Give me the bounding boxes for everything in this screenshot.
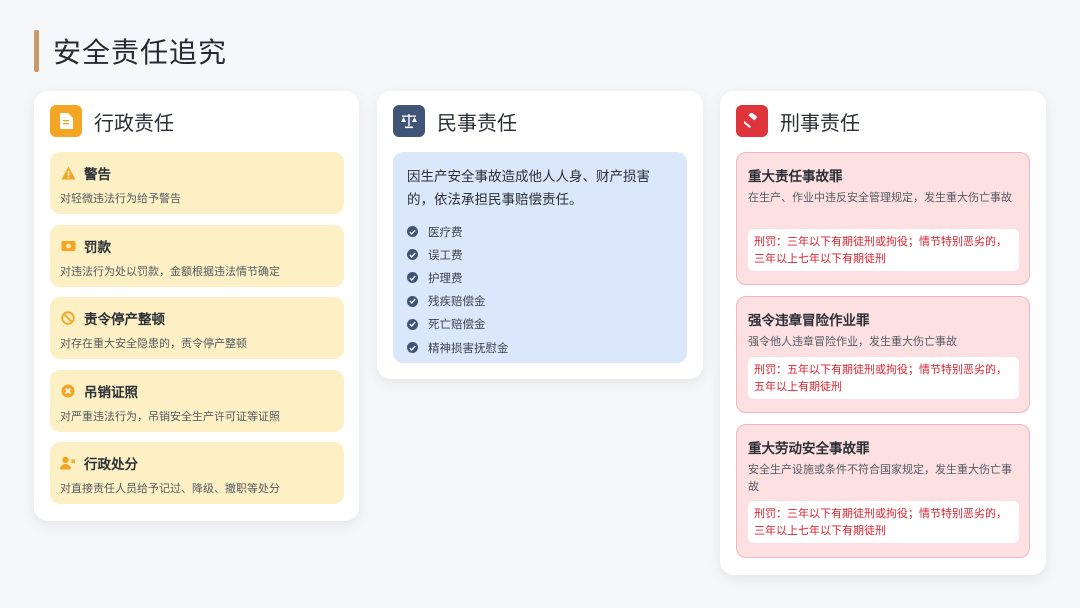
civil-description: 因生产安全事故造成他人人身、财产损害的，依法承担民事赔偿责任。	[407, 169, 650, 208]
crime-name: 强令违章冒险作业罪	[748, 313, 870, 329]
list-item-label: 精神损害抚慰金	[428, 340, 509, 355]
ban-icon	[60, 310, 76, 326]
check-circle-icon	[407, 272, 418, 284]
list-item-label: 医疗费	[428, 224, 463, 239]
list-item-label: 残疾赔偿金	[428, 294, 486, 309]
admin-item-fine: 罚款 对违法行为处以罚款，金额根据违法情节确定	[50, 225, 344, 287]
gavel-icon	[736, 105, 768, 137]
list-item: 护理费	[407, 266, 509, 289]
admin-item-name: 行政处分	[84, 457, 138, 473]
list-item-label: 护理费	[428, 270, 463, 285]
check-circle-icon	[407, 226, 418, 238]
scale-icon	[393, 105, 425, 137]
warning-icon	[60, 165, 76, 181]
penalty-box: 刑罚：三年以下有期徒刑或拘役；情节特别恶劣的，三年以上七年以下有期徒刑	[748, 229, 1019, 271]
list-item-label: 误工费	[428, 247, 463, 262]
list-item: 医疗费	[407, 220, 509, 243]
money-icon	[60, 238, 76, 254]
admin-item-desc: 对直接责任人员给予记过、降级、撤职等处分	[60, 482, 280, 495]
admin-item-suspend: 责令停产整顿 对存在重大安全隐患的，责令停产整顿	[50, 297, 344, 359]
compensation-list: 医疗费 误工费 护理费 残疾赔偿金 死亡赔偿金 精神损害抚慰金	[407, 220, 509, 359]
crime-item-major-accident: 重大责任事故罪 在生产、作业中违反安全管理规定，发生重大伤亡事故 刑罚：三年以下…	[736, 152, 1030, 285]
admin-item-desc: 对违法行为处以罚款，金额根据违法情节确定	[60, 265, 280, 278]
admin-item-revoke: 吊销证照 对严重违法行为，吊销安全生产许可证等证照	[50, 370, 344, 432]
admin-item-warning: 警告 对轻微违法行为给予警告	[50, 152, 344, 214]
civil-title: 民事责任	[437, 110, 517, 135]
admin-liability-card: 行政责任 警告 对轻微违法行为给予警告 罚款 对违法行为处以罚款，金额根据违法情…	[34, 91, 359, 521]
check-circle-icon	[407, 249, 418, 261]
crime-desc: 强令他人违章冒险作业，发生重大伤亡事故	[748, 335, 957, 348]
admin-item-desc: 对存在重大安全隐患的，责令停产整顿	[60, 337, 247, 350]
penalty-box: 刑罚：三年以下有期徒刑或拘役；情节特别恶劣的，三年以上七年以下有期徒刑	[748, 501, 1019, 543]
title-accent-bar	[34, 30, 39, 72]
page-title: 安全责任追究	[53, 36, 228, 69]
check-circle-icon	[407, 318, 418, 330]
crime-desc: 在生产、作业中违反安全管理规定，发生重大伤亡事故	[748, 191, 1012, 204]
admin-item-name: 罚款	[84, 240, 111, 256]
check-circle-icon	[407, 295, 418, 307]
list-item-label: 死亡赔偿金	[428, 317, 486, 332]
list-item: 残疾赔偿金	[407, 290, 509, 313]
page-header: 安全责任追究	[34, 30, 227, 72]
document-icon	[50, 105, 82, 137]
crime-name: 重大劳动安全事故罪	[748, 441, 870, 457]
admin-item-sanction: 行政处分 对直接责任人员给予记过、降级、撤职等处分	[50, 442, 344, 504]
crime-desc: 安全生产设施或条件不符合国家规定，发生重大伤亡事故	[748, 463, 1012, 493]
admin-item-desc: 对轻微违法行为给予警告	[60, 192, 181, 205]
penalty-box: 刑罚：五年以下有期徒刑或拘役；情节特别恶劣的，五年以上有期徒刑	[748, 357, 1019, 399]
admin-item-name: 责令停产整顿	[84, 312, 165, 328]
crime-name: 重大责任事故罪	[748, 169, 843, 185]
crime-item-forced-risky-work: 强令违章冒险作业罪 强令他人违章冒险作业，发生重大伤亡事故 刑罚：五年以下有期徒…	[736, 296, 1030, 413]
list-item: 误工费	[407, 243, 509, 266]
user-remove-icon	[60, 455, 76, 471]
criminal-liability-card: 刑事责任 重大责任事故罪 在生产、作业中违反安全管理规定，发生重大伤亡事故 刑罚…	[720, 91, 1046, 575]
civil-liability-card: 民事责任 因生产安全事故造成他人人身、财产损害的，依法承担民事赔偿责任。 医疗费…	[377, 91, 703, 379]
criminal-title: 刑事责任	[780, 110, 860, 135]
list-item: 精神损害抚慰金	[407, 336, 509, 359]
admin-title: 行政责任	[94, 110, 174, 135]
crime-item-labor-safety-accident: 重大劳动安全事故罪 安全生产设施或条件不符合国家规定，发生重大伤亡事故 刑罚：三…	[736, 424, 1030, 558]
list-item: 死亡赔偿金	[407, 313, 509, 336]
admin-item-desc: 对严重违法行为，吊销安全生产许可证等证照	[60, 410, 280, 423]
cancel-circle-icon	[60, 383, 76, 399]
check-circle-icon	[407, 342, 418, 354]
admin-item-name: 警告	[84, 167, 111, 183]
admin-item-name: 吊销证照	[84, 385, 138, 401]
civil-info-box: 因生产安全事故造成他人人身、财产损害的，依法承担民事赔偿责任。 医疗费 误工费 …	[393, 152, 687, 363]
